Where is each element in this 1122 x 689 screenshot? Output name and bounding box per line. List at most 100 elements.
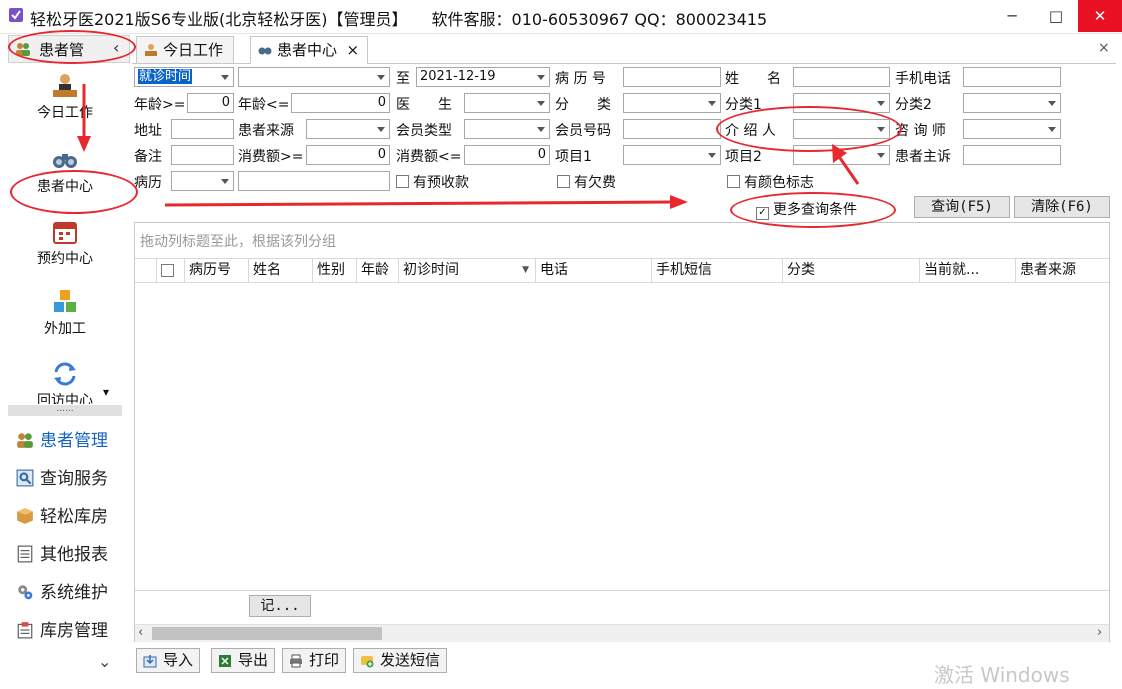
tab-today-work[interactable]: 今日工作	[136, 36, 235, 63]
nav-item-outsourcing[interactable]: 外加工	[8, 288, 122, 338]
column-sms[interactable]: 手机短信	[652, 259, 783, 282]
clear-button[interactable]: 清除(F6)	[1014, 196, 1110, 218]
column-name[interactable]: 姓名	[249, 259, 313, 282]
category-label: 分 类	[555, 97, 611, 113]
select-all-checkbox[interactable]	[161, 264, 174, 277]
close-button[interactable]: ✕	[1078, 0, 1122, 32]
scroll-right-button[interactable]: ›	[1097, 625, 1102, 640]
nav-group-other-reports[interactable]: 其他报表	[16, 540, 108, 565]
spend-max-input[interactable]: 0	[464, 145, 550, 165]
prepaid-checkbox[interactable]: 有预收款	[396, 172, 469, 192]
group-by-hint: 拖动列标题至此，根据该列分组	[140, 234, 336, 250]
complaint-label: 患者主诉	[895, 149, 951, 165]
annotation-circle-patient-center	[10, 170, 138, 214]
tab-patient-center[interactable]: 患者中心 ×	[250, 36, 369, 64]
nav-splitter[interactable]: ......	[8, 405, 122, 416]
category2-label: 分类2	[895, 97, 932, 113]
checkbox-box[interactable]	[396, 175, 409, 188]
nav-group-label: 患者管理	[40, 431, 108, 451]
spend-max-label: 消费额<=	[396, 149, 462, 165]
to-label: 至	[396, 71, 410, 87]
category-select[interactable]	[623, 93, 721, 113]
nav-group-system-maintenance[interactable]: 系统维护	[16, 578, 108, 603]
date-from-input[interactable]	[238, 67, 390, 87]
tab-label: 今日工作	[163, 41, 224, 59]
age-min-label: 年龄>=	[134, 97, 186, 113]
nav-group-patient-management[interactable]: 患者管理	[16, 426, 108, 451]
member-type-select[interactable]	[464, 119, 550, 139]
column-age[interactable]: 年龄	[357, 259, 399, 282]
scroll-left-button[interactable]: ‹	[138, 625, 143, 640]
nav-scroll-down-button[interactable]: ⌄	[98, 652, 111, 671]
window-title: 轻松牙医2021版S6专业版(北京轻松牙医)【管理员】 软件客服：010-605…	[30, 10, 768, 29]
color-mark-checkbox[interactable]: 有颜色标志	[727, 172, 814, 192]
nav-more-arrow[interactable]: ▾	[103, 385, 109, 399]
note-input[interactable]	[171, 145, 234, 165]
record-count-button[interactable]: 记...	[249, 595, 311, 617]
nav-group-label: 轻松库房	[40, 507, 108, 527]
binoculars-icon	[258, 47, 272, 55]
nav-item-today-work[interactable]: 今日工作	[8, 72, 122, 122]
phone-input[interactable]	[963, 67, 1061, 87]
column-select-all[interactable]	[157, 259, 185, 282]
age-min-input[interactable]: 0	[187, 93, 234, 113]
history-select[interactable]	[171, 171, 234, 191]
address-input[interactable]	[171, 119, 234, 139]
nav-group-label: 查询服务	[40, 469, 108, 489]
export-button[interactable]: 导出	[211, 648, 276, 673]
record-no-input[interactable]	[623, 67, 721, 87]
item1-select[interactable]	[623, 145, 721, 165]
name-input[interactable]	[793, 67, 890, 87]
category2-select[interactable]	[963, 93, 1061, 113]
checkbox-box[interactable]	[727, 175, 740, 188]
age-max-input[interactable]: 0	[291, 93, 390, 113]
nav-group-query-service[interactable]: 查询服务	[16, 464, 108, 489]
nav-item-appointment-center[interactable]: 预约中心	[8, 218, 122, 268]
consultant-select[interactable]	[963, 119, 1061, 139]
sort-desc-icon: ▼	[522, 265, 529, 275]
complaint-input[interactable]	[963, 145, 1061, 165]
phone-label: 手机电话	[895, 71, 951, 87]
nav-group-warehouse-management[interactable]: 库房管理	[16, 616, 108, 641]
column-first-visit[interactable]: 初诊时间 ▼	[399, 259, 536, 282]
column-patient-source[interactable]: 患者来源	[1016, 259, 1109, 282]
history-input[interactable]	[238, 171, 390, 191]
tab-close-button[interactable]: ×	[346, 37, 359, 63]
send-sms-button[interactable]: 发送短信	[353, 648, 448, 673]
doctor-label: 医 生	[396, 97, 452, 113]
column-current-visit[interactable]: 当前就...	[920, 259, 1016, 282]
member-no-input[interactable]	[623, 119, 721, 139]
minimize-button[interactable]: ─	[990, 0, 1034, 32]
refresh-icon	[54, 362, 76, 386]
maximize-button[interactable]: □	[1034, 0, 1078, 32]
query-button[interactable]: 查询(F5)	[914, 196, 1010, 218]
nav-group-label: 库房管理	[40, 621, 108, 641]
item1-label: 项目1	[555, 149, 592, 165]
close-all-tabs-button[interactable]: ×	[1098, 40, 1110, 56]
nav-group-label: 系统维护	[40, 583, 108, 603]
arrears-checkbox[interactable]: 有欠费	[557, 172, 616, 192]
checkbox-box[interactable]	[557, 175, 570, 188]
name-label: 姓 名	[725, 71, 781, 87]
nav-item-label: 回访中心	[37, 393, 93, 404]
date-to-input[interactable]: 2021-12-19	[416, 67, 550, 87]
sms-icon	[361, 656, 374, 668]
column-category[interactable]: 分类	[783, 259, 920, 282]
member-no-label: 会员号码	[555, 123, 611, 139]
horizontal-scrollbar[interactable]: ‹ ›	[135, 624, 1109, 642]
scrollbar-thumb[interactable]	[152, 627, 382, 640]
item2-label: 项目2	[725, 149, 762, 165]
column-gender[interactable]: 性别	[313, 259, 357, 282]
column-phone[interactable]: 电话	[536, 259, 652, 282]
visit-time-select[interactable]: 就诊时间	[134, 67, 234, 87]
nav-group-easy-warehouse[interactable]: 轻松库房	[16, 502, 108, 527]
print-button[interactable]: 打印	[282, 648, 347, 673]
column-record-no[interactable]: 病历号	[185, 259, 249, 282]
source-select[interactable]	[306, 119, 390, 139]
import-button[interactable]: 导入	[136, 648, 201, 673]
report-icon	[17, 545, 33, 563]
activate-windows-watermark: 激活 Windows	[934, 663, 1070, 687]
spend-min-input[interactable]: 0	[306, 145, 390, 165]
doctor-select[interactable]	[464, 93, 550, 113]
annotation-circle-referrer	[716, 106, 902, 152]
